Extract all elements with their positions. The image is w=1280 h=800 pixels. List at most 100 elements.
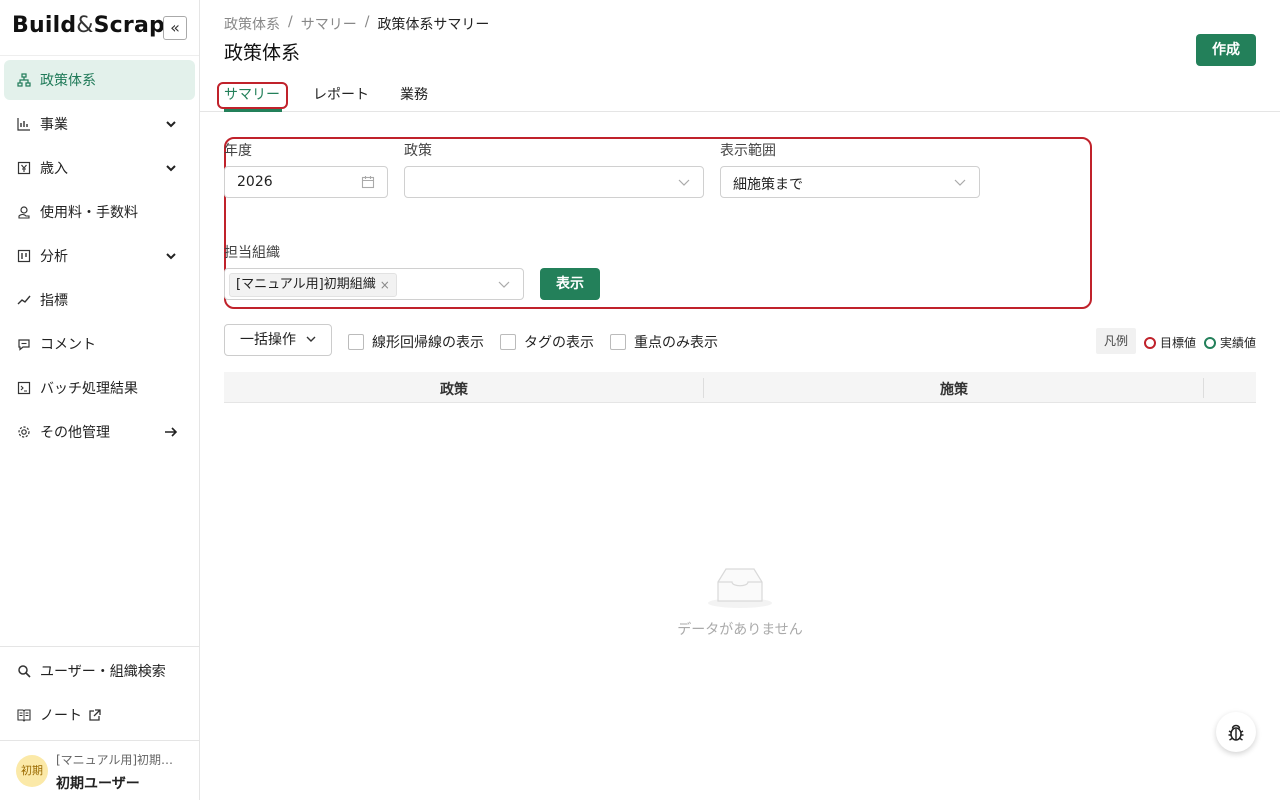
bug-icon xyxy=(1228,724,1244,741)
org-multiselect[interactable]: [マニュアル用]初期組織 × xyxy=(224,268,524,300)
coins-icon xyxy=(16,204,32,220)
comment-icon xyxy=(16,336,32,352)
breadcrumb-separator: / xyxy=(288,14,293,30)
sidebar-item-notes[interactable]: ノート xyxy=(4,695,195,735)
logo-part2: Scrap xyxy=(93,13,165,38)
tab-active-indicator xyxy=(224,109,282,112)
terminal-icon xyxy=(16,380,32,396)
legend-target-label: 目標値 xyxy=(1160,336,1197,350)
sidebar-item-projects[interactable]: 事業 xyxy=(4,104,195,144)
breadcrumb-item[interactable]: 政策体系 xyxy=(224,14,280,34)
org-tag-label: [マニュアル用]初期組織 xyxy=(236,277,376,292)
app-root: Build&Scrap « 政策体系 事業 歳入 使用料・手数料 分析 指標 コ… xyxy=(0,0,1280,800)
bulk-action-button[interactable]: 一括操作 xyxy=(224,324,332,356)
sidebar-item-label: 事業 xyxy=(40,117,68,133)
arrow-right-icon[interactable] xyxy=(163,424,179,440)
table-header: 政策 施策 xyxy=(224,372,1256,403)
checkbox[interactable] xyxy=(500,334,516,350)
board-icon xyxy=(16,248,32,264)
sidebar-item-label: ユーザー・組織検索 xyxy=(40,664,166,680)
sidebar-item-label: 指標 xyxy=(40,293,68,309)
sidebar-item-other-admin[interactable]: その他管理 xyxy=(4,412,195,452)
tag-display-checkbox[interactable]: タグの表示 xyxy=(500,332,594,352)
user-name: 初期ユーザー xyxy=(56,776,140,792)
column-header-policy: 政策 xyxy=(440,382,468,398)
book-icon xyxy=(16,707,32,723)
sidebar-item-fees[interactable]: 使用料・手数料 xyxy=(4,192,195,232)
calendar-icon xyxy=(361,176,375,189)
range-select[interactable]: 細施策まで xyxy=(720,166,980,198)
sidebar-item-label: 政策体系 xyxy=(40,73,96,89)
trend-icon xyxy=(16,292,32,308)
logo-part1: Build xyxy=(12,13,77,38)
chevron-down-icon[interactable] xyxy=(163,160,179,176)
tab-operations[interactable]: 業務 xyxy=(400,84,428,104)
sidebar-item-comments[interactable]: コメント xyxy=(4,324,195,364)
bar-chart-icon xyxy=(16,116,32,132)
sidebar-item-indicators[interactable]: 指標 xyxy=(4,280,195,320)
policy-select[interactable] xyxy=(404,166,704,198)
breadcrumb-separator: / xyxy=(364,14,370,30)
avatar: 初期 xyxy=(16,755,48,787)
sidebar-item-revenue[interactable]: 歳入 xyxy=(4,148,195,188)
target-dot-icon xyxy=(1144,336,1156,349)
sidebar-divider xyxy=(0,646,199,647)
breadcrumb: 政策体系 / サマリー / 政策体系サマリー xyxy=(224,14,489,34)
column-separator xyxy=(1203,378,1204,398)
column-header-measure: 施策 xyxy=(940,382,968,398)
checkbox-label: タグの表示 xyxy=(524,335,594,351)
chevron-down-icon xyxy=(954,179,966,186)
search-icon xyxy=(16,663,32,679)
chevron-down-icon xyxy=(498,281,510,288)
yen-icon xyxy=(16,160,32,176)
app-logo[interactable]: Build&Scrap xyxy=(12,13,165,38)
sidebar-item-label: コメント xyxy=(40,337,96,353)
regression-line-checkbox[interactable]: 線形回帰線の表示 xyxy=(348,332,484,352)
column-separator xyxy=(703,378,704,398)
tag-remove-icon[interactable]: × xyxy=(380,274,390,296)
sidebar-item-analysis[interactable]: 分析 xyxy=(4,236,195,276)
gear-icon xyxy=(16,424,32,440)
user-profile[interactable]: 初期 [マニュアル用]初期… 初期ユーザー xyxy=(0,740,199,800)
logo-amp: & xyxy=(76,13,94,38)
legend-label: 凡例 xyxy=(1096,328,1136,354)
org-label: 担当組織 xyxy=(224,245,280,261)
year-picker[interactable]: 2026 xyxy=(224,166,388,198)
chevron-down-icon[interactable] xyxy=(163,248,179,264)
range-value: 細施策まで xyxy=(733,177,803,193)
tab-bar: サマリー レポート 業務 xyxy=(200,76,1280,112)
bug-report-button[interactable] xyxy=(1216,712,1256,752)
user-org: [マニュアル用]初期… xyxy=(56,753,174,767)
breadcrumb-item[interactable]: サマリー xyxy=(301,14,357,34)
range-label: 表示範囲 xyxy=(720,143,776,159)
external-link-icon xyxy=(89,708,101,721)
org-tag: [マニュアル用]初期組織 × xyxy=(229,273,397,297)
sidebar-item-label: バッチ処理結果 xyxy=(40,381,138,397)
breadcrumb-current: 政策体系サマリー xyxy=(377,17,490,33)
chevron-down-icon xyxy=(678,179,690,186)
collapse-sidebar-button[interactable]: « xyxy=(163,16,187,40)
page-title: 政策体系 xyxy=(224,42,301,64)
tab-report[interactable]: レポート xyxy=(313,84,369,104)
create-button[interactable]: 作成 xyxy=(1196,34,1256,66)
checkbox[interactable] xyxy=(610,334,626,350)
org-chart-icon xyxy=(16,72,32,88)
sidebar-item-user-search[interactable]: ユーザー・組織検索 xyxy=(4,651,195,691)
legend-target: 目標値 xyxy=(1144,334,1196,351)
year-value: 2026 xyxy=(237,174,273,190)
sidebar-item-batch-results[interactable]: バッチ処理結果 xyxy=(4,368,195,408)
sidebar: Build&Scrap « 政策体系 事業 歳入 使用料・手数料 分析 指標 コ… xyxy=(0,0,200,800)
priority-only-checkbox[interactable]: 重点のみ表示 xyxy=(610,332,718,352)
logo-row: Build&Scrap « xyxy=(0,0,199,56)
chevron-down-icon[interactable] xyxy=(163,116,179,132)
show-button[interactable]: 表示 xyxy=(540,268,600,300)
sidebar-item-label: 分析 xyxy=(40,249,68,265)
sidebar-item-policy-system[interactable]: 政策体系 xyxy=(4,60,195,100)
empty-inbox-icon xyxy=(708,568,772,608)
policy-label: 政策 xyxy=(404,143,432,159)
highlight-box-tab xyxy=(217,82,288,109)
legend-actual: 実績値 xyxy=(1204,334,1256,351)
checkbox[interactable] xyxy=(348,334,364,350)
actual-dot-icon xyxy=(1204,336,1216,349)
legend-actual-label: 実績値 xyxy=(1220,336,1257,350)
